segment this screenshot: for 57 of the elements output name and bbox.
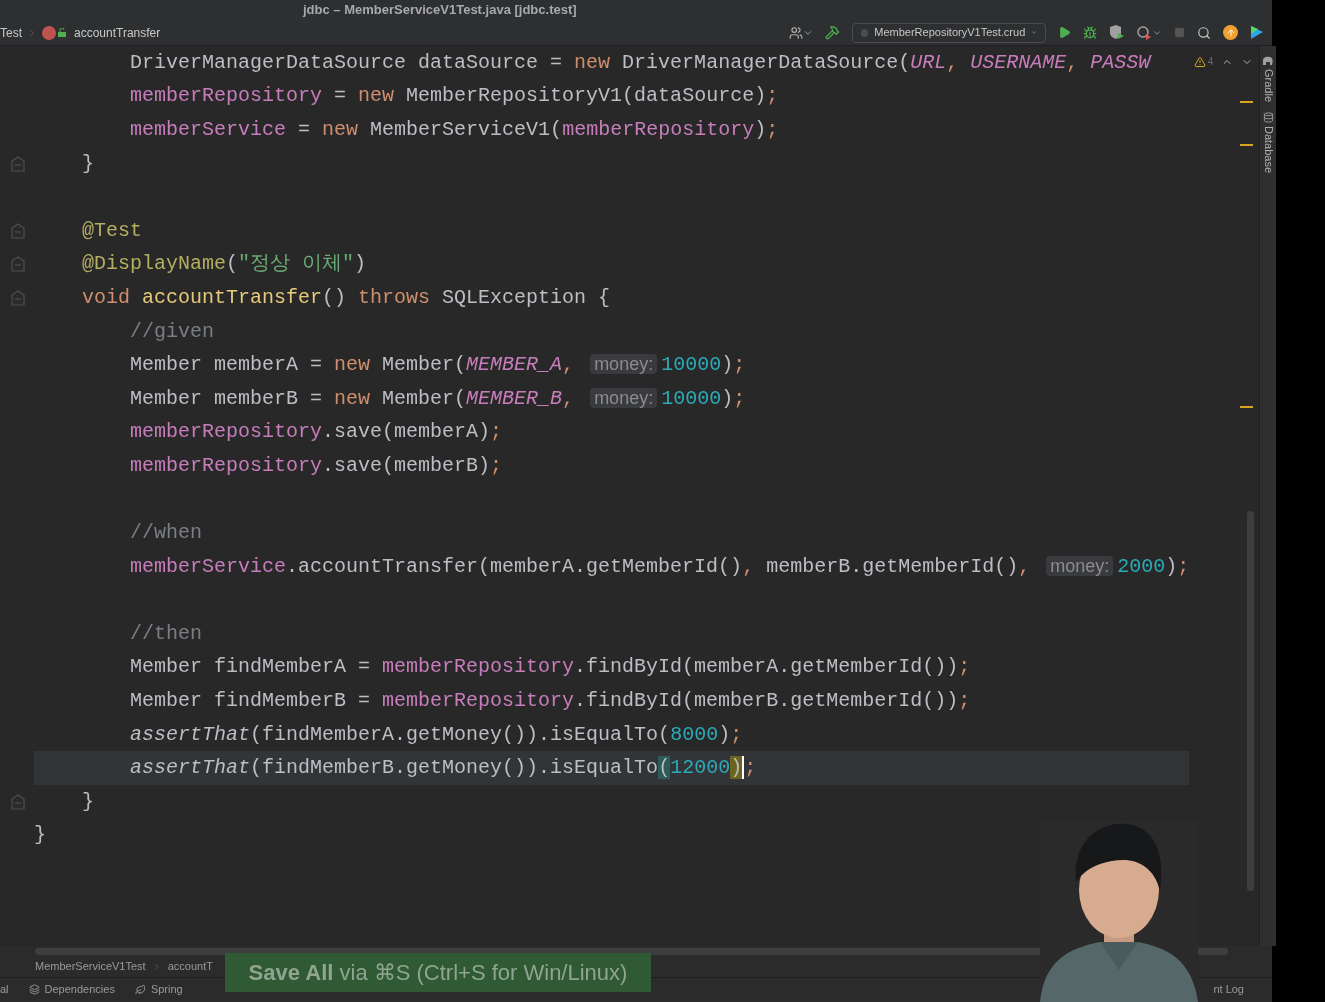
code-line: assertThat(findMemberA.getMoney()).isEqualTo(8000); (129, 721, 744, 748)
code-line: Member memberB = new Member(MEMBER_B, money: 10000); (129, 385, 747, 412)
database-icon (1262, 112, 1274, 124)
code-line: memberRepository = new MemberRepositoryV1(dataSource); (129, 83, 780, 110)
error-stripe-mark[interactable] (1240, 144, 1254, 146)
hammer-icon[interactable] (825, 25, 840, 40)
config-icon (861, 28, 869, 37)
code-line: //when (129, 520, 204, 547)
code-line: void accountTransfer() throws SQLException { (81, 284, 612, 311)
code-line: memberService.accountTransfer(memberA.getMemberId(), memberB.getMemberId(), money: 2000); (129, 553, 1190, 580)
run-configuration-dropdown[interactable]: MemberRepositoryV1Test.crud (852, 22, 1046, 43)
leaf-icon (134, 983, 146, 995)
breadcrumb-item[interactable]: accountT (167, 958, 213, 975)
code-line: memberRepository.save(memberA); (129, 419, 504, 446)
notification: Save All via ⌘S (Ctrl+S for Win/Linux) (225, 953, 651, 992)
code-line: @Test (81, 217, 144, 244)
tool-window-tab[interactable]: Database (1260, 126, 1277, 174)
breadcrumb-item[interactable]: MemberServiceV1Test (35, 958, 146, 975)
breadcrumb-item[interactable]: Test (0, 23, 22, 42)
tool-window-tab[interactable]: Spring (150, 980, 183, 998)
search-icon[interactable] (1197, 25, 1211, 40)
tool-window-tab[interactable]: Dependencies (44, 980, 115, 998)
window-title: jdbc – MemberServiceV1Test.java [jdbc.test] (303, 1, 577, 20)
code-line: memberService = new MemberServiceV1(memberRepository); (129, 117, 780, 143)
method-icon (42, 25, 56, 40)
layers-icon (28, 983, 40, 995)
code-line: //given (129, 318, 216, 345)
parameter-hint: money: (590, 354, 658, 375)
code-line: @DisplayName("정상 이체") (81, 251, 368, 278)
code-line: //then (129, 620, 204, 647)
code-line: } (81, 150, 95, 177)
error-stripe-mark[interactable] (1240, 101, 1254, 103)
code-line: Member findMemberB = memberRepository.findById(memberB.getMemberId()); (129, 688, 972, 715)
tool-window-tab[interactable]: al (0, 980, 9, 998)
lock-icon (58, 28, 66, 37)
code-line: DriverManagerDataSource dataSource = new DriverManagerDataSource(URL, USERNAME, PASSW (129, 49, 1153, 76)
users-icon[interactable] (789, 25, 813, 40)
code-line: } (81, 788, 95, 815)
code-line: } (34, 822, 47, 849)
tool-window-tab[interactable]: Gradle (1260, 69, 1277, 103)
update-icon[interactable] (1223, 25, 1238, 40)
error-stripe-mark[interactable] (1240, 406, 1254, 408)
warning-icon[interactable] (1193, 55, 1206, 68)
debug-icon[interactable] (1083, 25, 1097, 40)
code-line: memberRepository.save(memberB); (129, 452, 504, 479)
code-line: Member memberA = new Member(MEMBER_A, money: 10000); (129, 352, 747, 379)
vertical-scrollbar[interactable] (1247, 511, 1255, 891)
breadcrumb-item[interactable]: accountTransfer (74, 23, 161, 42)
parameter-hint: money: (590, 387, 658, 408)
warning-count[interactable]: 4 (1207, 54, 1214, 69)
code-line: Member findMemberA = memberRepository.findById(memberA.getMemberId()); (129, 654, 972, 681)
profiler-icon[interactable] (1137, 25, 1162, 40)
run-icon[interactable] (1058, 26, 1071, 39)
parameter-hint: money: (1046, 555, 1114, 576)
logo-icon[interactable] (1250, 25, 1264, 40)
tool-window-tab[interactable]: nt Log (1213, 980, 1244, 998)
coverage-icon[interactable] (1109, 25, 1125, 40)
